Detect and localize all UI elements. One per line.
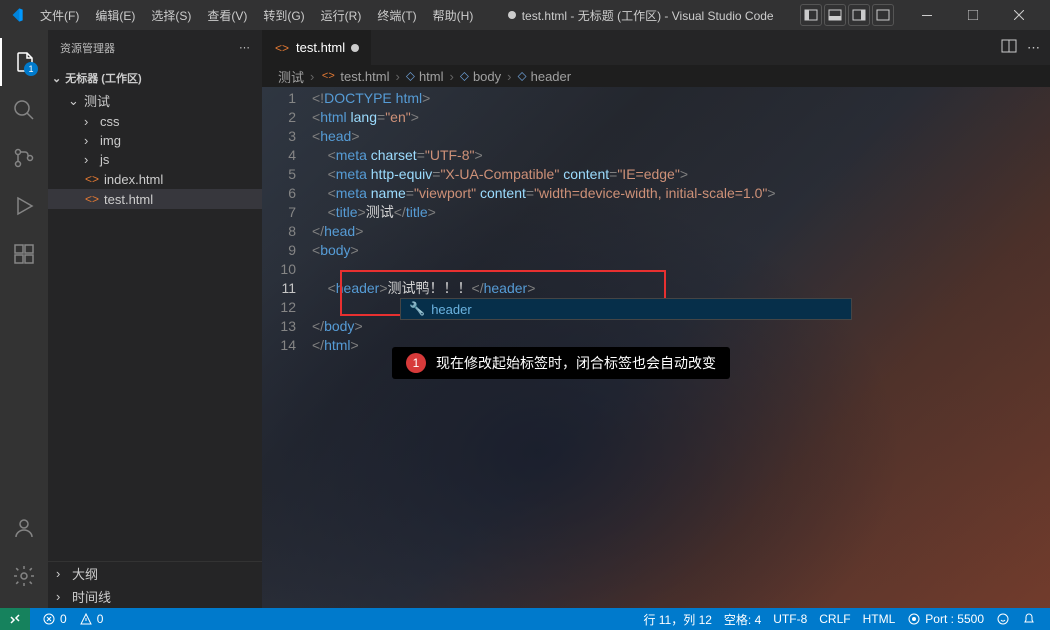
breadcrumb-item[interactable]: 测试: [278, 67, 304, 86]
status-warnings[interactable]: 0: [73, 612, 110, 626]
status-live-server[interactable]: Port : 5500: [901, 611, 990, 628]
minimize-button[interactable]: [904, 0, 950, 30]
explorer-badge: 1: [24, 62, 38, 76]
editor-tabs: <> test.html ⋯: [262, 30, 1050, 65]
file-test-html[interactable]: <>test.html: [48, 189, 262, 209]
remote-indicator[interactable]: [0, 608, 30, 630]
toggle-sidebar-button[interactable]: [800, 4, 822, 26]
activity-run-debug[interactable]: [0, 182, 48, 230]
html-file-icon: <>: [84, 171, 100, 187]
layout-controls: [800, 4, 894, 26]
suggest-item-header[interactable]: 🔧 header: [401, 299, 851, 319]
toggle-panel-button[interactable]: [824, 4, 846, 26]
sidebar-title: 资源管理器: [60, 40, 115, 56]
more-actions-icon[interactable]: ⋯: [1027, 40, 1040, 56]
folder-img[interactable]: ›img: [48, 131, 262, 150]
callout-text: 现在修改起始标签时，闭合标签也会自动改变: [436, 353, 716, 373]
activity-extensions[interactable]: [0, 230, 48, 278]
split-editor-icon[interactable]: [1001, 38, 1017, 57]
menu-run[interactable]: 运行(R): [313, 3, 370, 28]
status-encoding[interactable]: UTF-8: [767, 611, 813, 628]
menu-view[interactable]: 查看(V): [199, 3, 255, 28]
status-bell-icon[interactable]: [1016, 611, 1042, 628]
close-button[interactable]: [996, 0, 1042, 30]
timeline-section[interactable]: ›时间线: [48, 585, 262, 608]
outline-section[interactable]: ›大纲: [48, 562, 262, 585]
menu-goto[interactable]: 转到(G): [255, 3, 312, 28]
tab-label: test.html: [296, 40, 345, 55]
activity-accounts[interactable]: [0, 504, 48, 552]
activity-bar: 1: [0, 30, 48, 608]
file-index-html[interactable]: <>index.html: [48, 169, 262, 189]
menu-edit[interactable]: 编辑(E): [87, 3, 143, 28]
element-icon: ⬦: [518, 68, 527, 84]
window-title: test.html - 无标题 (工作区) - Visual Studio Co…: [481, 7, 800, 24]
toggle-secondary-sidebar-button[interactable]: [848, 4, 870, 26]
activity-search[interactable]: [0, 86, 48, 134]
status-feedback-icon[interactable]: [990, 611, 1016, 628]
status-errors[interactable]: 0: [36, 612, 73, 626]
modified-dot-icon: [351, 44, 359, 52]
chevron-right-icon: ›: [84, 133, 96, 148]
html-file-icon: <>: [274, 40, 290, 56]
chevron-right-icon: ›: [56, 589, 68, 604]
editor-area: <> test.html ⋯ 测试› <>test.html› ⬦html› ⬦…: [262, 30, 1050, 608]
status-spaces[interactable]: 空格: 4: [718, 611, 767, 628]
menu-terminal[interactable]: 终端(T): [369, 3, 424, 28]
modified-dot-icon: [508, 11, 516, 19]
html-file-icon: <>: [84, 191, 100, 207]
sidebar-explorer: 资源管理器 ⋯ ⌄无标器 (工作区) ⌄测试 ›css ›img ›js <>i…: [48, 30, 262, 608]
folder-css[interactable]: ›css: [48, 112, 262, 131]
status-eol[interactable]: CRLF: [813, 611, 856, 628]
chevron-down-icon: ⌄: [68, 93, 80, 109]
menu-file[interactable]: 文件(F): [32, 3, 87, 28]
breadcrumb-item[interactable]: test.html: [340, 69, 389, 84]
menu-help[interactable]: 帮助(H): [425, 3, 482, 28]
status-language[interactable]: HTML: [857, 611, 902, 628]
html-file-icon: <>: [320, 68, 336, 84]
chevron-right-icon: ›: [84, 152, 96, 167]
title-bar: 文件(F) 编辑(E) 选择(S) 查看(V) 转到(G) 运行(R) 终端(T…: [0, 0, 1050, 30]
breadcrumb-item[interactable]: body: [473, 69, 501, 84]
breadcrumb-item[interactable]: header: [531, 69, 571, 84]
annotation-callout: 1 现在修改起始标签时，闭合标签也会自动改变: [392, 347, 730, 379]
sidebar-more-icon[interactable]: ⋯: [239, 41, 250, 54]
chevron-right-icon: ›: [84, 114, 96, 129]
status-bar: 0 0 行 11，列 12 空格: 4 UTF-8 CRLF HTML Port…: [0, 608, 1050, 630]
status-cursor[interactable]: 行 11，列 12: [637, 611, 717, 628]
intellisense-popup[interactable]: 🔧 header: [400, 298, 852, 320]
activity-explorer[interactable]: 1: [0, 38, 48, 86]
callout-number: 1: [406, 353, 426, 373]
chevron-right-icon: ›: [56, 566, 68, 581]
sidebar-header: 资源管理器 ⋯: [48, 30, 262, 65]
customize-layout-button[interactable]: [872, 4, 894, 26]
menu-bar: 文件(F) 编辑(E) 选择(S) 查看(V) 转到(G) 运行(R) 终端(T…: [32, 3, 481, 28]
maximize-button[interactable]: [950, 0, 996, 30]
tab-test-html[interactable]: <> test.html: [262, 30, 372, 65]
breadcrumb[interactable]: 测试› <>test.html› ⬦html› ⬦body› ⬦header: [262, 65, 1050, 87]
activity-source-control[interactable]: [0, 134, 48, 182]
element-icon: ⬦: [460, 68, 469, 84]
element-icon: ⬦: [406, 68, 415, 84]
code-editor[interactable]: 1<!DOCTYPE html> 2<html lang="en"> 3<hea…: [262, 87, 1050, 608]
breadcrumb-item[interactable]: html: [419, 69, 444, 84]
window-controls: [904, 0, 1042, 30]
menu-select[interactable]: 选择(S): [143, 3, 199, 28]
wrench-icon: 🔧: [409, 301, 425, 317]
workspace-title[interactable]: ⌄无标器 (工作区): [48, 67, 262, 89]
vscode-logo-icon: [8, 7, 24, 23]
chevron-down-icon: ⌄: [52, 72, 61, 85]
activity-settings[interactable]: [0, 552, 48, 600]
folder-js[interactable]: ›js: [48, 150, 262, 169]
folder-root[interactable]: ⌄测试: [48, 89, 262, 112]
